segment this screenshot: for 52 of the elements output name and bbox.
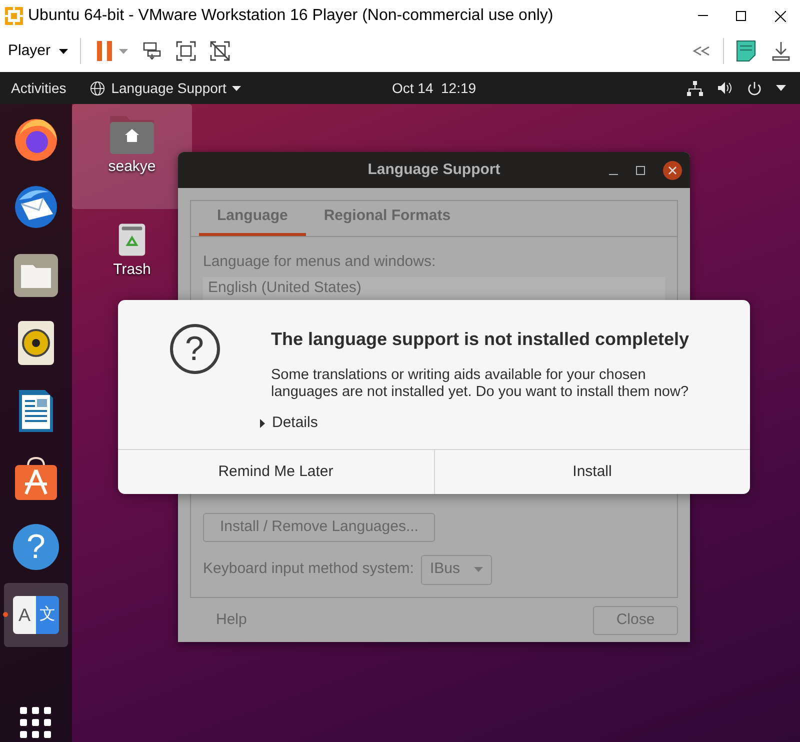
desktop-icon-label: Trash	[113, 260, 151, 280]
minimize-icon	[698, 15, 708, 17]
details-expander[interactable]: Details	[260, 412, 711, 434]
dock-item[interactable]: A 文	[4, 583, 68, 647]
dialog-button[interactable]: Install	[434, 450, 750, 494]
close-icon	[774, 10, 786, 22]
power-icon[interactable]	[747, 80, 762, 96]
send-keys-icon[interactable]	[142, 42, 162, 60]
pause-button[interactable]	[96, 41, 128, 61]
window-title: Ubuntu 64-bit - VMware Workstation 16 Player (Non-commercial use only)	[28, 6, 554, 26]
caret-icon	[58, 48, 68, 54]
maximize-icon	[736, 11, 746, 21]
dialog-message: Some translations or writing aids available for your chosen languages are not installed yet. Do you want to install them now?	[271, 367, 690, 401]
caret-icon	[232, 86, 242, 90]
network-icon[interactable]	[687, 80, 703, 96]
app-menu[interactable]: Language Support	[90, 78, 242, 98]
speaker-icon	[17, 320, 55, 366]
document-icon	[17, 388, 55, 434]
window-title: Language Support	[368, 160, 500, 180]
activities-button[interactable]: Activities	[11, 78, 66, 98]
dialog-button[interactable]: Remind Me Later	[118, 450, 434, 494]
desktop-icon[interactable]: seakye	[72, 104, 192, 209]
volume-icon[interactable]	[717, 81, 733, 95]
bird-mail-icon	[13, 184, 59, 230]
collapse-icon[interactable]	[693, 46, 711, 56]
help-icon: ?	[13, 524, 59, 570]
unity-icon[interactable]	[210, 41, 230, 61]
vmware-logo-icon	[4, 6, 24, 26]
caret-icon[interactable]	[776, 85, 786, 91]
dialog-title: The language support is not installed completely	[271, 328, 690, 351]
shopping-bag-icon	[13, 456, 59, 502]
dock-item[interactable]: ?	[4, 515, 68, 579]
globe-icon	[90, 80, 106, 96]
caret-icon	[118, 48, 128, 54]
caret-icon	[474, 567, 483, 572]
note-icon[interactable]	[736, 40, 756, 62]
close-icon[interactable]	[663, 160, 682, 180]
field-label: Language for menus and windows:	[203, 252, 437, 272]
desktop-icon-label: seakye	[108, 157, 156, 177]
field-label: Keyboard input method system:	[203, 559, 414, 580]
player-menu[interactable]: Player	[8, 40, 68, 62]
fox-globe-icon	[13, 116, 59, 162]
pause-icon	[96, 41, 113, 61]
question-icon: ?	[170, 324, 220, 374]
fullscreen-icon[interactable]	[176, 41, 196, 61]
folder-icon	[13, 252, 59, 298]
clock[interactable]: Oct 14 12:19	[392, 78, 476, 98]
desktop-icon[interactable]: Trash	[97, 215, 167, 281]
download-icon[interactable]	[772, 41, 790, 61]
maximize-icon[interactable]	[636, 166, 645, 174]
expander-arrow-icon	[260, 418, 266, 428]
app-grid-icon	[20, 707, 52, 739]
